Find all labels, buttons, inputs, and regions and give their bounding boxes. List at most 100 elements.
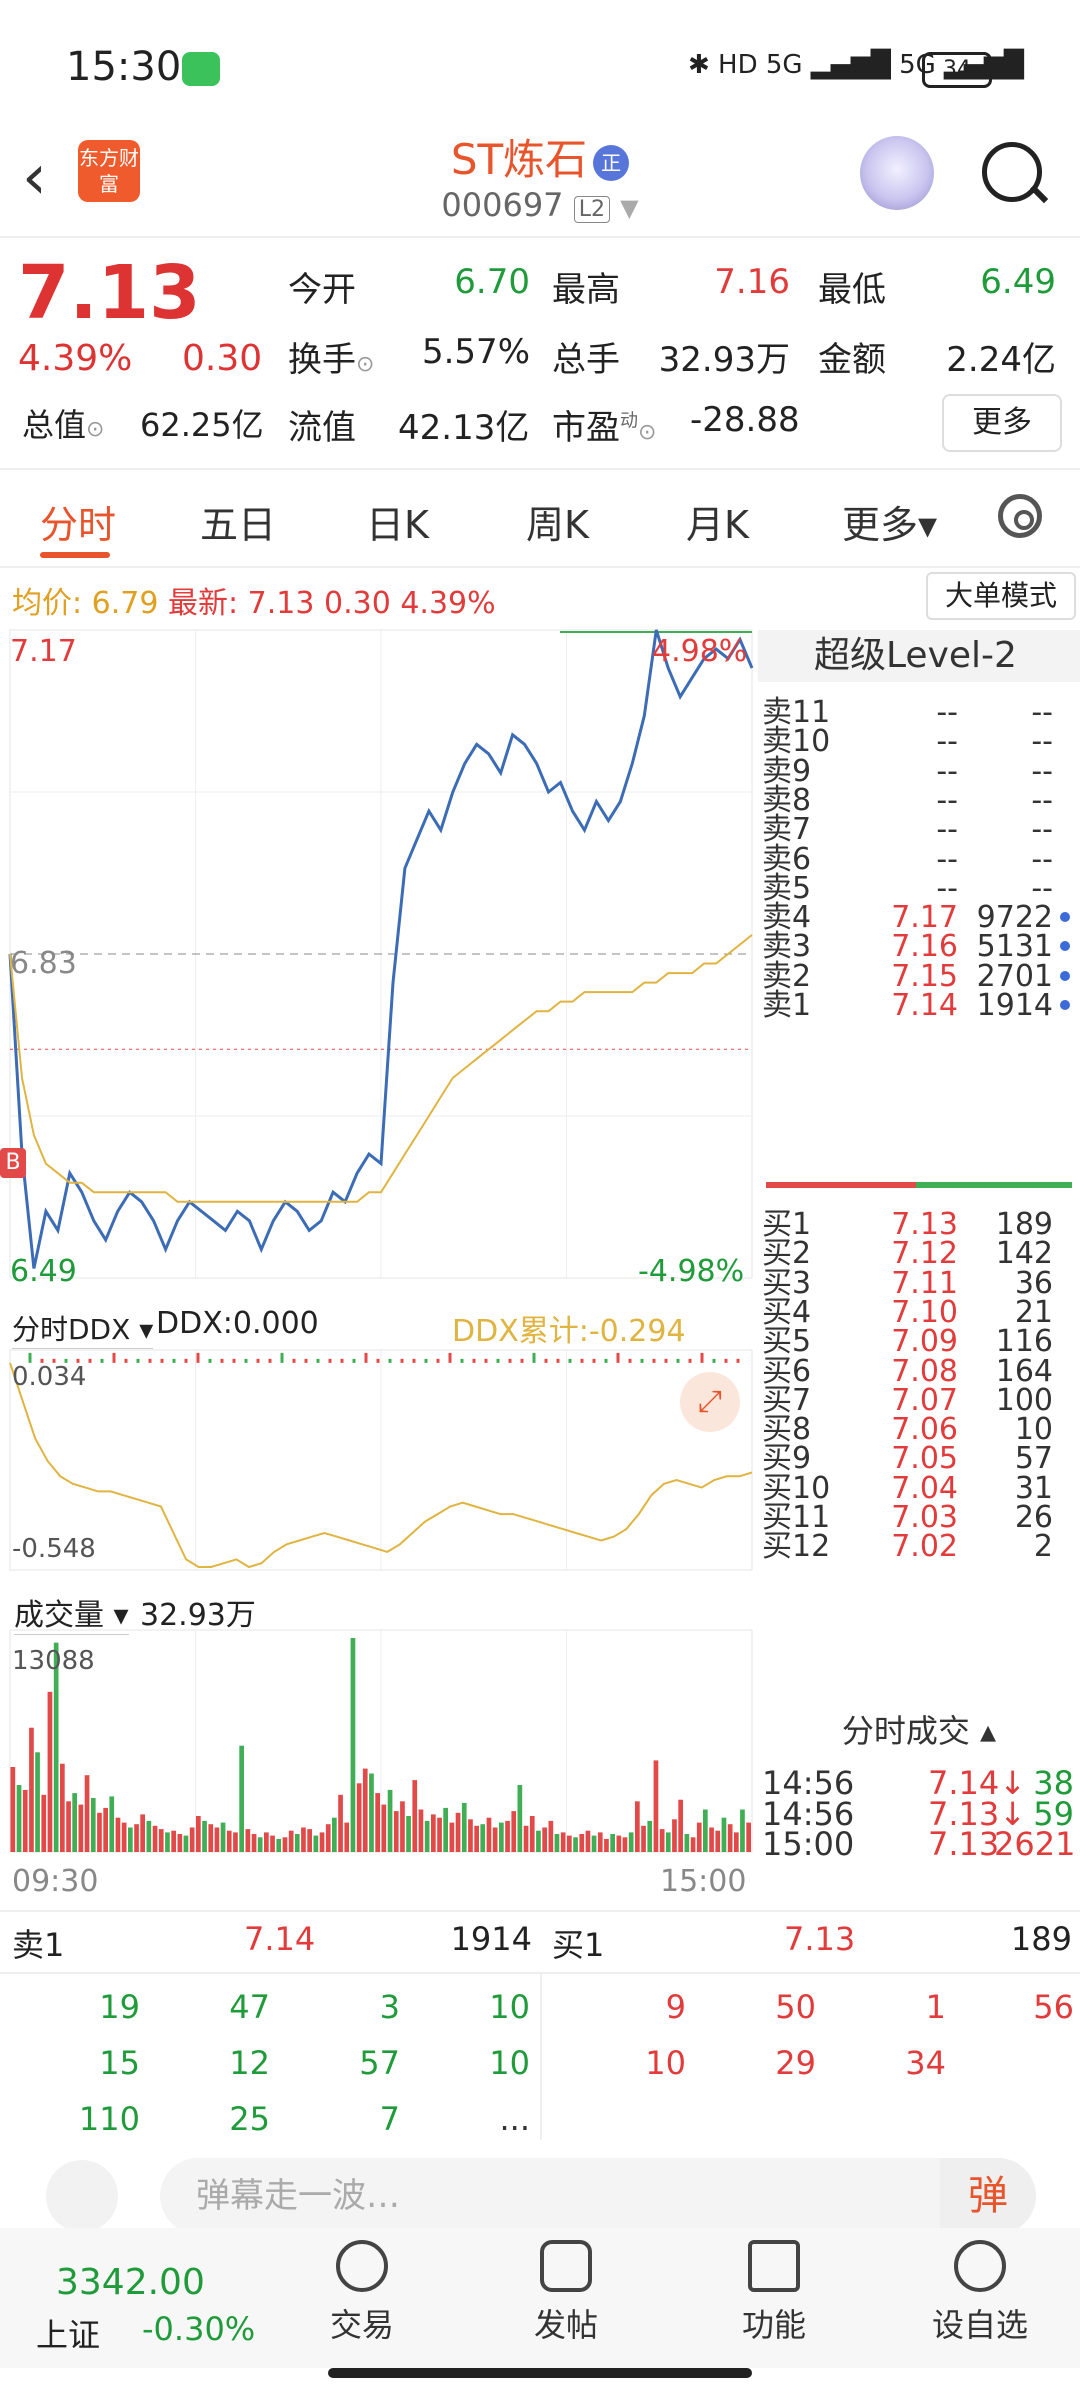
tick-price: 7.13 xyxy=(928,1825,1000,1863)
x-label-end: 15:00 xyxy=(660,1864,747,1899)
volume-bar xyxy=(554,1834,560,1852)
volume-bar xyxy=(696,1822,702,1852)
avg-label: 均价: xyxy=(12,586,83,621)
queue-buy-price: 7.13 xyxy=(784,1920,856,1958)
tick-time: 15:00 xyxy=(762,1825,855,1863)
badge-icon: 正 xyxy=(593,145,630,181)
pe-label[interactable]: 市盈动⊙ xyxy=(552,400,656,449)
volume-value: 32.93万 xyxy=(658,340,790,380)
volume-selector[interactable]: 成交量 ▾ xyxy=(14,1590,129,1635)
queue-buy-label: 买1 xyxy=(552,1926,605,1964)
volume-bar xyxy=(573,1837,578,1852)
home-indicator xyxy=(328,2368,752,2378)
volume-bar xyxy=(220,1822,226,1852)
nav-trade[interactable]: 交易 xyxy=(292,2240,432,2346)
sell-order-row[interactable]: 卖1 7.14 1914 xyxy=(758,983,1080,1028)
y-label-mid: 6.83 xyxy=(10,946,77,981)
expand-icon[interactable]: ⤢ xyxy=(680,1372,740,1432)
danmu-list-icon[interactable] xyxy=(46,2160,118,2232)
volume-bar xyxy=(449,1822,455,1852)
float-cap-label: 流值 xyxy=(288,408,356,448)
volume-bar xyxy=(381,1804,387,1852)
assistant-robot-icon[interactable] xyxy=(860,136,934,210)
low-label: 最低 xyxy=(818,270,886,310)
level-badge: L2 xyxy=(573,196,610,223)
danmu-send-button[interactable]: 弹 xyxy=(940,2158,1036,2234)
volume-bar xyxy=(672,1819,677,1852)
queue-sell-cell: 10 xyxy=(489,2044,530,2082)
tab-intraday[interactable]: 分时 xyxy=(40,494,116,549)
tab-more[interactable]: 更多▾ xyxy=(842,494,937,549)
volume-bar xyxy=(344,1822,350,1852)
order-level: 卖1 xyxy=(762,988,812,1023)
nav-add-watchlist[interactable]: 设自选 xyxy=(910,2240,1050,2346)
volume-label: 总手 xyxy=(552,340,620,380)
volume-bar xyxy=(746,1822,751,1852)
volume-bar xyxy=(665,1832,671,1852)
index-value[interactable]: 3342.00 xyxy=(56,2262,205,2303)
nav-functions[interactable]: 功能 xyxy=(704,2240,844,2346)
volume-bar xyxy=(684,1834,690,1852)
volume-bar xyxy=(468,1819,473,1852)
volume-bar xyxy=(406,1816,411,1852)
level2-header[interactable]: 超级Level-2 xyxy=(758,630,1080,682)
big-order-mode-button[interactable]: 大单模式 xyxy=(926,572,1076,620)
price-info-line: 均价: 6.79 最新: 7.13 0.30 4.39% xyxy=(12,578,496,622)
danmu-input[interactable]: 弹幕走一波… xyxy=(160,2158,1030,2234)
ddx-selector[interactable]: 分时DDX ▾ xyxy=(12,1308,154,1349)
volume-total: 32.93万 xyxy=(140,1598,256,1633)
order-volume: 2 xyxy=(1033,1529,1053,1565)
volume-bar xyxy=(152,1825,158,1852)
buy-marker[interactable]: B xyxy=(0,1148,26,1178)
volume-bar xyxy=(604,1838,609,1852)
order-queue: 卖1 7.14 1914 买1 7.13 189 19 47 3 10 15 12 57 10… xyxy=(0,1910,1080,2140)
change-percent: 4.39% xyxy=(18,338,133,379)
market-cap-value: 62.25亿 xyxy=(140,406,264,444)
status-time: 15:30 xyxy=(66,44,182,90)
volume-bar xyxy=(492,1827,498,1852)
amount-label: 金额 xyxy=(818,340,886,380)
index-name[interactable]: 上证 xyxy=(36,2310,100,2356)
market-cap-label[interactable]: 总值⊙ xyxy=(22,400,104,446)
turnover-label[interactable]: 换手⊙ xyxy=(288,332,374,381)
dot-icon xyxy=(1060,912,1070,923)
search-icon[interactable] xyxy=(982,142,1042,202)
open-value: 6.70 xyxy=(454,262,530,302)
volume-bar xyxy=(109,1796,115,1852)
order-volume: 1914 xyxy=(976,988,1053,1023)
volume-bar xyxy=(90,1798,96,1852)
volume-bar xyxy=(121,1822,127,1852)
more-quote-button[interactable]: 更多 xyxy=(942,394,1062,452)
volume-bar xyxy=(511,1811,517,1852)
buy-order-row[interactable]: 买12 7.02 2 xyxy=(758,1524,1080,1569)
volume-max-label: 13088 xyxy=(12,1646,95,1676)
tab-monthly-k[interactable]: 月K xyxy=(686,494,749,549)
divider xyxy=(0,468,1080,470)
volume-bar xyxy=(622,1837,628,1852)
volume-bar xyxy=(597,1832,603,1852)
tick-trades-header[interactable]: 分时成交 ▴ xyxy=(758,1706,1080,1756)
volume-bar xyxy=(294,1834,300,1852)
volume-bar xyxy=(338,1794,343,1852)
index-change: -0.30% xyxy=(142,2310,256,2348)
volume-bar xyxy=(103,1807,108,1852)
volume-bar xyxy=(703,1809,708,1852)
volume-bar xyxy=(140,1814,145,1852)
intraday-chart[interactable]: 7.17 6.83 6.49 4.98% -4.98% B 分时DDX ▾ DD… xyxy=(0,620,760,1910)
low-value: 6.49 xyxy=(980,262,1056,302)
volume-bar xyxy=(66,1801,71,1852)
y-label-high: 7.17 xyxy=(10,634,77,669)
stock-name[interactable]: ST炼石 xyxy=(451,135,587,184)
active-tab-indicator xyxy=(40,552,110,558)
volume-bar xyxy=(41,1794,47,1852)
volume-bar xyxy=(715,1830,721,1852)
tab-daily-k[interactable]: 日K xyxy=(366,494,429,549)
nav-post[interactable]: 发帖 xyxy=(496,2240,636,2346)
ddx-top-label: 0.034 xyxy=(12,1362,87,1392)
volume-bar xyxy=(189,1827,195,1852)
tab-weekly-k[interactable]: 周K xyxy=(526,494,589,549)
volume-bar xyxy=(78,1804,84,1852)
open-label: 今开 xyxy=(288,270,356,310)
tab-five-day[interactable]: 五日 xyxy=(200,494,276,549)
gear-icon[interactable] xyxy=(998,494,1042,538)
